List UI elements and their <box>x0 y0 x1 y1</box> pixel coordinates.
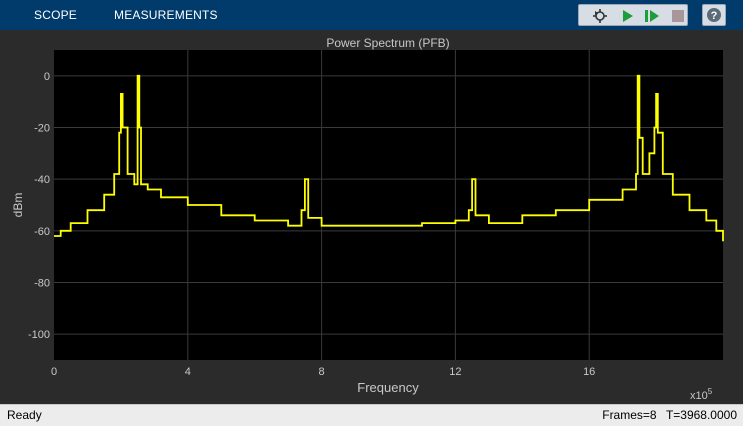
x-tick-label: 16 <box>583 366 595 378</box>
play-icon <box>623 10 633 22</box>
scope-display: 0 4 8 12 16 0 -20 -40 -60 -80 -100 Power Spectrum … <box>0 30 743 404</box>
status-ready: Ready <box>7 408 42 422</box>
help-button[interactable]: ? <box>702 4 726 26</box>
x-axis-label: Frequency <box>357 380 419 395</box>
x-tick-label: 8 <box>319 366 325 378</box>
help-icon: ? <box>707 8 721 22</box>
spectrum-chart[interactable]: 0 4 8 12 16 0 -20 -40 -60 -80 -100 Power Spectrum … <box>0 30 743 404</box>
x-tick-label: 12 <box>449 366 461 378</box>
y-tick-label: 0 <box>44 71 50 83</box>
status-frames: Frames=8 <box>602 408 657 422</box>
tab-scope[interactable]: SCOPE <box>34 8 77 22</box>
y-axis-label: dBm <box>11 193 25 218</box>
toolstrip: SCOPE MEASUREMENTS ? <box>0 0 743 30</box>
y-tick-label: -60 <box>34 226 50 238</box>
x-tick-label: 0 <box>51 366 57 378</box>
x-tick-label: 4 <box>185 366 191 378</box>
stop-button[interactable] <box>669 7 687 25</box>
status-time: T=3968.0000 <box>665 408 737 422</box>
stop-icon <box>672 10 684 22</box>
chart-title: Power Spectrum (PFB) <box>326 36 449 50</box>
y-tick-label: -80 <box>34 278 50 290</box>
plot-area[interactable] <box>54 50 723 360</box>
x-exponent-label: x105 <box>690 387 713 402</box>
simulation-controls <box>578 4 688 26</box>
status-bar: Ready Frames=8 T=3968.0000 <box>0 404 743 426</box>
step-forward-icon <box>645 10 659 22</box>
help-label: ? <box>711 10 718 22</box>
y-tick-label: -40 <box>34 174 50 186</box>
step-back-icon <box>593 9 607 23</box>
status-right: Frames=8 T=3968.0000 <box>596 408 737 422</box>
y-tick-label: -100 <box>28 329 50 341</box>
tab-measurements[interactable]: MEASUREMENTS <box>114 8 218 22</box>
step-forward-button[interactable] <box>643 7 661 25</box>
step-back-button[interactable] <box>591 7 609 25</box>
y-tick-label: -20 <box>34 123 50 135</box>
run-button[interactable] <box>619 7 637 25</box>
